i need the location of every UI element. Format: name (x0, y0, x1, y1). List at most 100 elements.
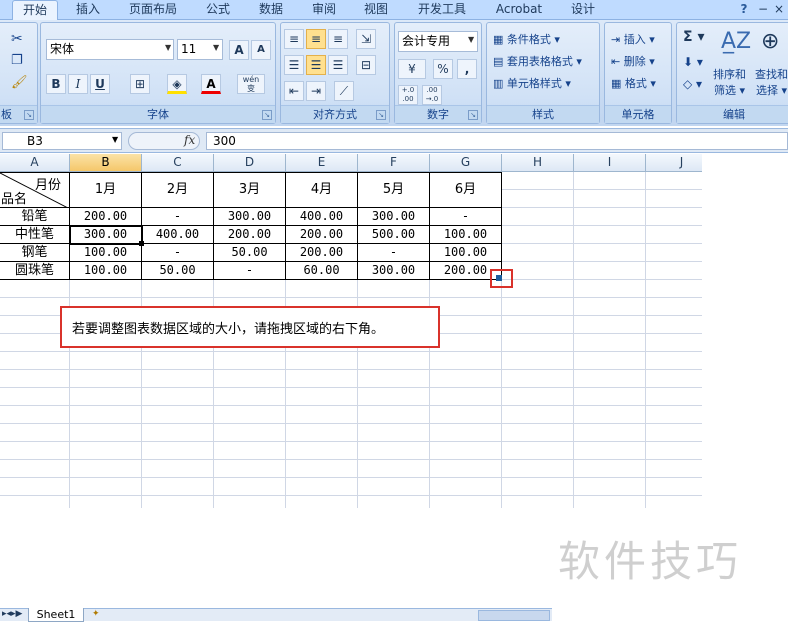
sort-filter-button[interactable]: 排序和 筛选 ▾ (713, 67, 746, 99)
insert-cells-button[interactable]: ⇥ 插入 ▾ (611, 31, 655, 47)
fx-icon[interactable]: fx (184, 133, 195, 147)
column-header-g[interactable]: G (430, 154, 502, 172)
tab-design[interactable]: 设计 (560, 0, 606, 20)
format-painter-icon[interactable]: 🖌 (11, 75, 28, 90)
delete-cells-button[interactable]: ⇤ 删除 ▾ (611, 53, 655, 69)
decrease-decimal-button[interactable]: .00 →.0 (422, 85, 442, 105)
decrease-indent-icon[interactable]: ⇤ (284, 81, 304, 101)
fill-handle[interactable] (139, 241, 144, 246)
cut-icon[interactable]: ✂ (11, 31, 23, 47)
tab-view[interactable]: 视图 (354, 0, 398, 20)
close-icon[interactable]: × (772, 0, 786, 20)
orientation-icon[interactable]: ⟋ (334, 81, 354, 101)
value-cell[interactable]: - (142, 208, 214, 226)
font-name-select[interactable]: 宋体 (46, 39, 174, 60)
comma-button[interactable]: , (457, 59, 477, 79)
fill-color-icon[interactable]: ◈ (167, 74, 187, 94)
tab-insert[interactable]: 插入 (66, 0, 110, 20)
product-name-cell[interactable]: 铅笔 (0, 208, 70, 226)
shrink-font-button[interactable]: A (251, 40, 271, 60)
value-cell[interactable]: 300.00 (358, 262, 430, 280)
grow-font-button[interactable]: A (229, 40, 249, 60)
value-cell[interactable]: 500.00 (358, 226, 430, 244)
value-cell[interactable]: 50.00 (142, 262, 214, 280)
tab-formulas[interactable]: 公式 (196, 0, 240, 20)
tab-acrobat[interactable]: Acrobat (486, 0, 552, 20)
value-cell[interactable]: 400.00 (142, 226, 214, 244)
value-cell[interactable]: 100.00 (430, 226, 502, 244)
cell-styles-button[interactable]: ▥ 单元格样式 ▾ (493, 75, 571, 91)
minimize-icon[interactable]: − (756, 0, 770, 20)
number-format-select[interactable]: 会计专用 (398, 31, 478, 52)
value-cell[interactable]: 300.00 (214, 208, 286, 226)
insert-sheet-icon[interactable]: ✦ (92, 609, 100, 619)
value-cell[interactable]: 100.00 (430, 244, 502, 262)
month-header[interactable]: 1月 (70, 172, 142, 208)
column-header-c[interactable]: C (142, 154, 214, 172)
align-center-icon[interactable]: ☰ (306, 55, 326, 75)
name-box-dropdown-icon[interactable]: ▼ (112, 135, 118, 144)
value-cell[interactable]: 100.00 (70, 262, 142, 280)
column-header-a[interactable]: A (0, 154, 70, 172)
clipboard-launcher-icon[interactable]: ↘ (24, 110, 34, 120)
phonetic-guide-button[interactable]: wén 变 (237, 74, 265, 94)
column-header-j[interactable]: J (646, 154, 702, 172)
autosum-button[interactable]: Σ ▾ (683, 29, 704, 45)
align-bottom-icon[interactable]: ≡ (328, 29, 348, 49)
italic-button[interactable]: I (68, 74, 88, 94)
conditional-format-button[interactable]: ▦ 条件格式 ▾ (493, 31, 560, 47)
increase-indent-icon[interactable]: ⇥ (306, 81, 326, 101)
horizontal-scrollbar[interactable] (478, 610, 550, 621)
help-icon[interactable]: ? (734, 0, 754, 20)
value-cell[interactable]: - (214, 262, 286, 280)
value-cell[interactable]: 200.00 (286, 244, 358, 262)
underline-button[interactable]: U (90, 74, 110, 94)
sheet-tab-sheet1[interactable]: Sheet1 (28, 608, 84, 622)
binoculars-icon[interactable]: ⊕ (761, 29, 779, 54)
value-cell[interactable]: 200.00 (70, 208, 142, 226)
value-cell[interactable]: - (430, 208, 502, 226)
month-header[interactable]: 3月 (214, 172, 286, 208)
value-cell[interactable]: - (142, 244, 214, 262)
align-left-icon[interactable]: ☰ (284, 55, 304, 75)
borders-icon[interactable]: ⊞ (130, 74, 150, 94)
fill-down-icon[interactable]: ⬇ ▾ (683, 55, 703, 69)
value-cell[interactable]: 100.00 (70, 244, 142, 262)
tab-home[interactable]: 开始 (12, 0, 58, 21)
sheet-nav-icon[interactable]: ▸◂▸▶ (2, 609, 22, 619)
formula-input[interactable]: 300 (206, 132, 788, 150)
clear-icon[interactable]: ◇ ▾ (683, 77, 702, 91)
column-header-e[interactable]: E (286, 154, 358, 172)
header-diagonal-cell[interactable]: 月份 品名 (0, 172, 70, 209)
month-header[interactable]: 4月 (286, 172, 358, 208)
worksheet-grid[interactable]: A B C D E F G H I J K 月份 品名 1月 2月 3月 4月 … (0, 154, 702, 508)
tab-developer[interactable]: 开发工具 (406, 0, 478, 20)
sort-filter-icon[interactable]: A̲Z (721, 29, 751, 54)
column-header-b[interactable]: B (70, 154, 142, 172)
month-header[interactable]: 2月 (142, 172, 214, 208)
align-top-icon[interactable]: ≡ (284, 29, 304, 49)
product-name-cell[interactable]: 中性笔 (0, 226, 70, 244)
value-cell[interactable]: 400.00 (286, 208, 358, 226)
column-header-f[interactable]: F (358, 154, 430, 172)
increase-decimal-button[interactable]: +.0 .00 (398, 85, 418, 105)
align-right-icon[interactable]: ☰ (328, 55, 348, 75)
merge-center-icon[interactable]: ⊟ (356, 55, 376, 75)
wrap-text-icon[interactable]: ⇲ (356, 29, 376, 49)
alignment-launcher-icon[interactable]: ↘ (376, 110, 386, 120)
value-cell[interactable]: 60.00 (286, 262, 358, 280)
value-cell[interactable]: 200.00 (214, 226, 286, 244)
number-launcher-icon[interactable]: ↘ (468, 110, 478, 120)
find-select-button[interactable]: 查找和 选择 ▾ (755, 67, 788, 99)
value-cell[interactable]: 50.00 (214, 244, 286, 262)
product-name-cell[interactable]: 钢笔 (0, 244, 70, 262)
currency-icon[interactable]: ¥ (398, 59, 426, 79)
align-middle-icon[interactable]: ≡ (306, 29, 326, 49)
month-header[interactable]: 5月 (358, 172, 430, 208)
font-color-icon[interactable]: A (201, 74, 221, 94)
tab-data[interactable]: 数据 (248, 0, 294, 20)
value-cell[interactable]: 300.00 (358, 208, 430, 226)
bold-button[interactable]: B (46, 74, 66, 94)
month-header[interactable]: 6月 (430, 172, 502, 208)
name-box[interactable]: B3 (2, 132, 122, 150)
